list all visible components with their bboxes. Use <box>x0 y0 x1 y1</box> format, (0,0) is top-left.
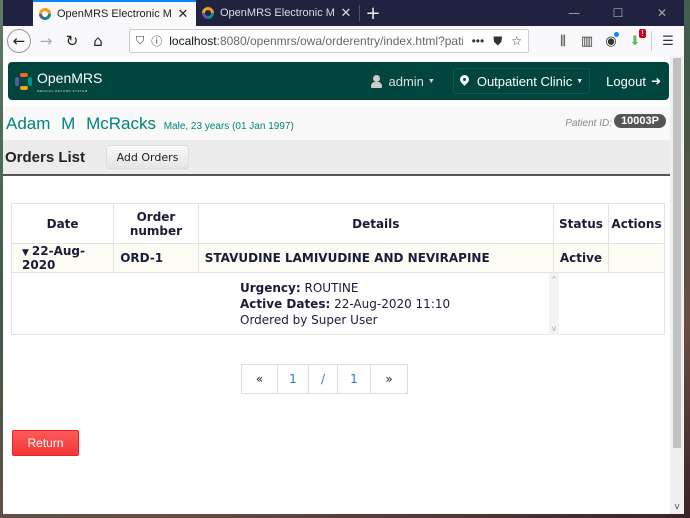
patient-given-name: Adam <box>6 114 51 133</box>
logout-label: Logout <box>606 73 646 89</box>
patient-id-label: Patient ID: <box>565 118 612 129</box>
patient-id-badge: 10003P <box>614 114 666 128</box>
expand-triangle-icon[interactable]: ▼ <box>22 248 29 258</box>
tracking-shield-icon[interactable]: ⛉ <box>136 35 144 48</box>
maximize-button[interactable]: ☐ <box>596 0 640 26</box>
scroll-down-icon: v <box>551 324 557 333</box>
tab-title: OpenMRS Electronic Medical R <box>57 8 172 20</box>
urgency-value: ROUTINE <box>304 281 359 295</box>
openmrs-favicon-icon <box>202 7 214 19</box>
new-tab-button[interactable]: + <box>360 0 386 26</box>
tab-title: OpenMRS Electronic Medical R <box>220 7 335 19</box>
patient-header: Adam M McRacks Male, 23 years (01 Jan 19… <box>3 106 670 140</box>
pocket-icon[interactable]: ⛊ <box>493 34 502 49</box>
order-date-cell[interactable]: ▼ 22-Aug-2020 <box>10 243 115 273</box>
sign-out-icon: ➜ <box>650 74 661 88</box>
column-header-actions: Actions <box>608 203 665 244</box>
browser-window: OpenMRS Electronic Medical R ✕ OpenMRS E… <box>3 0 684 514</box>
back-button[interactable]: ← <box>7 29 31 53</box>
page-scrollbar[interactable]: v <box>670 56 684 514</box>
column-header-order-number: Order number <box>113 203 199 244</box>
order-details-cell: STAVUDINE LAMIVUDINE AND NEVIRAPINE <box>197 243 554 273</box>
page-actions-icon[interactable]: ••• <box>472 34 485 48</box>
order-detail-row: Urgency: ROUTINE Active Dates: 22-Aug-20… <box>11 272 666 335</box>
user-menu[interactable]: admin ▼ <box>371 73 435 89</box>
reload-button[interactable]: ↻ <box>59 28 85 54</box>
table-row[interactable]: ▼ 22-Aug-2020 ORD-1 STAVUDINE LAMIVUDINE … <box>10 243 665 273</box>
scroll-up-icon: ^ <box>550 275 558 284</box>
column-header-details: Details <box>197 203 554 244</box>
pagination: « 1 / 1 » <box>241 364 408 394</box>
active-dates-label: Active Dates: <box>240 297 331 311</box>
close-tab-icon[interactable]: ✕ <box>176 6 190 22</box>
orders-table: Date Order number Details Status Actions… <box>10 203 666 335</box>
ordered-by: Ordered by Super User <box>240 313 378 327</box>
order-detail-text: Urgency: ROUTINE Active Dates: 22-Aug-20… <box>240 280 450 328</box>
caret-down-icon: ▼ <box>427 77 435 85</box>
download-icon[interactable]: ⬇ <box>623 28 647 49</box>
scrollbar-thumb[interactable] <box>673 58 681 448</box>
active-dates-value: 22-Aug-2020 11:10 <box>334 297 451 311</box>
close-tab-icon[interactable]: ✕ <box>339 5 353 21</box>
page-separator: / <box>309 365 338 393</box>
patient-middle-name: M <box>61 114 76 133</box>
openmrs-logo-icon <box>15 72 32 90</box>
patient-family-name: McRacks <box>86 114 156 133</box>
navigation-toolbar: ← → ↻ ⌂ ⛉ ⓘ localhost:8080/openmrs/owa/o… <box>3 26 684 56</box>
order-detail-cell: Urgency: ROUTINE Active Dates: 22-Aug-20… <box>11 272 559 335</box>
orders-toolbar: Orders List Add Orders <box>3 140 670 176</box>
order-detail-empty-cell <box>552 272 666 335</box>
scroll-down-arrow-icon[interactable]: v <box>670 502 684 512</box>
tab-strip: OpenMRS Electronic Medical R ✕ OpenMRS E… <box>3 0 684 26</box>
browser-tab-active[interactable]: OpenMRS Electronic Medical R ✕ <box>33 0 196 26</box>
username: admin <box>388 73 424 89</box>
urgency-label: Urgency: <box>240 281 301 295</box>
add-orders-button[interactable]: Add Orders <box>106 145 189 169</box>
page-title: Orders List <box>5 149 86 166</box>
first-page-button[interactable]: « <box>242 365 278 393</box>
map-marker-icon <box>460 75 469 87</box>
order-number-cell: ORD-1 <box>113 243 199 273</box>
logout-link[interactable]: Logout ➜ <box>606 74 661 89</box>
bookmark-star-icon[interactable]: ☆ <box>511 34 522 48</box>
app-header: OpenMRS MEDICAL RECORD SYSTEM admin ▼ Ou… <box>8 62 669 100</box>
browser-tab[interactable]: OpenMRS Electronic Medical R ✕ <box>196 0 359 26</box>
column-header-date: Date <box>10 203 115 244</box>
logo-text: OpenMRS <box>37 69 103 86</box>
toolbar-divider <box>651 31 652 51</box>
sidebar-icon[interactable]: ▥ <box>575 34 599 49</box>
url-text[interactable]: localhost:8080/openmrs/owa/orderentry/in… <box>169 34 462 48</box>
current-page[interactable]: 1 <box>278 365 309 393</box>
total-pages[interactable]: 1 <box>338 365 371 393</box>
order-actions-cell <box>608 243 665 273</box>
forward-button[interactable]: → <box>33 28 59 54</box>
openmrs-favicon-icon <box>39 8 51 20</box>
column-header-status: Status <box>552 203 610 244</box>
minimize-button[interactable]: — <box>552 0 596 26</box>
table-header-row: Date Order number Details Status Actions <box>10 203 665 244</box>
site-info-icon[interactable]: ⓘ <box>151 33 162 49</box>
last-page-button[interactable]: » <box>371 365 407 393</box>
menu-icon[interactable]: ☰ <box>656 34 680 49</box>
openmrs-logo[interactable]: OpenMRS MEDICAL RECORD SYSTEM <box>15 70 102 93</box>
account-icon[interactable]: ◉ <box>599 31 623 49</box>
library-icon[interactable]: ⫼ <box>551 34 575 49</box>
user-icon <box>371 74 383 88</box>
logo-subtitle: MEDICAL RECORD SYSTEM <box>37 88 88 93</box>
order-status-cell: Active <box>552 243 610 273</box>
location-name: Outpatient Clinic <box>476 73 573 89</box>
url-bar[interactable]: ⛉ ⓘ localhost:8080/openmrs/owa/orderentr… <box>129 29 529 53</box>
detail-scrollbar[interactable]: ^ v <box>549 273 559 335</box>
caret-down-icon: ▼ <box>576 77 584 85</box>
return-button[interactable]: Return <box>12 430 79 456</box>
home-button[interactable]: ⌂ <box>85 28 111 54</box>
page-content: OpenMRS MEDICAL RECORD SYSTEM admin ▼ Ou… <box>3 56 684 514</box>
close-window-button[interactable]: ✕ <box>640 0 684 26</box>
patient-demographics: Male, 23 years (01 Jan 1997) <box>163 121 294 132</box>
patient-name: Adam M McRacks Male, 23 years (01 Jan 19… <box>6 114 294 134</box>
location-menu[interactable]: Outpatient Clinic ▼ <box>452 68 591 94</box>
